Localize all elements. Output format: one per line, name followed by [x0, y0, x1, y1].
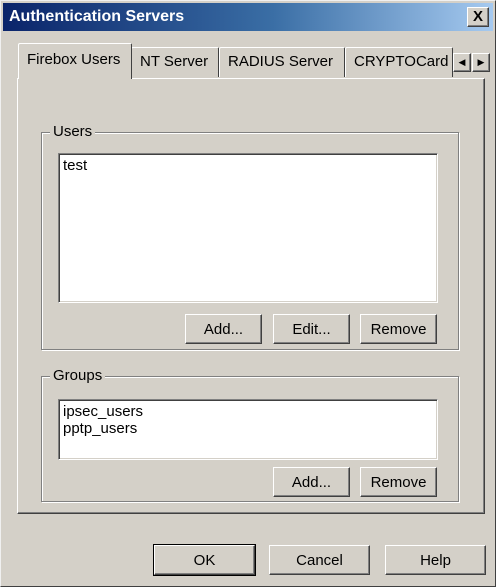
users-group-label: Users [50, 123, 96, 140]
tab-firebox-users[interactable]: Firebox Users [18, 43, 132, 79]
cancel-button[interactable]: Cancel [269, 545, 370, 575]
close-icon: X [472, 8, 483, 25]
firebox-users-panel: Users test Add... Edit... Remove Groups … [17, 78, 485, 514]
groups-list[interactable]: ipsec_users pptp_users [58, 399, 438, 460]
help-button[interactable]: Help [385, 545, 486, 575]
window-title: Authentication Servers [9, 8, 185, 25]
tab-nt-server[interactable]: NT Server [131, 47, 219, 77]
groups-group-label: Groups [50, 367, 106, 384]
close-button[interactable]: X [467, 7, 489, 27]
tab-radius-server[interactable]: RADIUS Server [219, 47, 345, 77]
tab-label: CRYPTOCard [354, 53, 449, 70]
title-bar[interactable]: Authentication Servers X [3, 3, 493, 31]
users-add-button[interactable]: Add... [185, 314, 262, 344]
tab-label: NT Server [140, 53, 209, 70]
groups-remove-button[interactable]: Remove [360, 467, 437, 497]
ok-button[interactable]: OK [153, 544, 256, 576]
list-item[interactable]: ipsec_users [63, 403, 433, 420]
users-remove-button[interactable]: Remove [360, 314, 437, 344]
tab-cryptocard[interactable]: CRYPTOCard [345, 47, 453, 77]
list-item[interactable]: pptp_users [63, 420, 433, 437]
groups-group: Groups ipsec_users pptp_users Add... Rem… [41, 367, 459, 502]
tab-label: RADIUS Server [228, 53, 334, 70]
groups-add-button[interactable]: Add... [273, 467, 350, 497]
users-list[interactable]: test [58, 153, 438, 303]
arrow-left-icon: ◀ [458, 57, 466, 67]
authentication-servers-dialog: Authentication Servers X NT Server RADIU… [0, 0, 496, 587]
list-item[interactable]: test [63, 157, 433, 174]
users-group: Users test Add... Edit... Remove [41, 123, 459, 350]
tab-scroll-right-button[interactable]: ▶ [472, 53, 490, 72]
users-edit-button[interactable]: Edit... [273, 314, 350, 344]
tab-scroll-left-button[interactable]: ◀ [453, 53, 471, 72]
arrow-right-icon: ▶ [477, 57, 485, 67]
tab-label: Firebox Users [27, 51, 121, 68]
